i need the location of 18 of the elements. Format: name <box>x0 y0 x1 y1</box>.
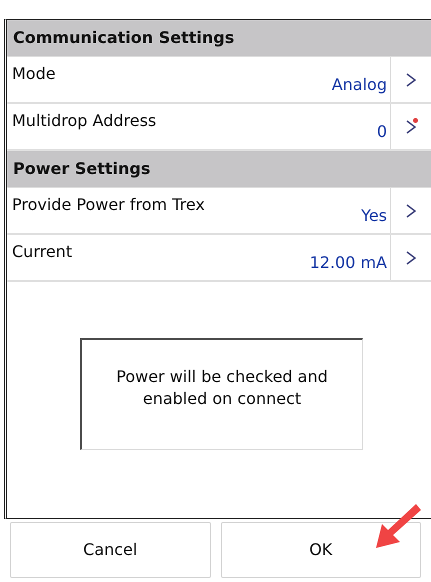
setting-label: Provide Power from Trex <box>12 194 205 216</box>
setting-value: 12.00 mA <box>310 252 387 274</box>
setting-value: Yes <box>361 205 387 227</box>
message-text: Power will be checked and enabled on connect <box>115 366 329 410</box>
chevron-icon <box>406 204 416 218</box>
setting-label: Mode <box>12 63 56 85</box>
section-header: Communication Settings <box>13 27 234 49</box>
setting-label: Current <box>12 241 72 263</box>
chevron-icon <box>406 120 416 134</box>
setting-value: 0 <box>376 121 387 143</box>
setting-value: Analog <box>332 74 387 96</box>
dialog-button[interactable]: Cancel <box>10 522 210 578</box>
chevron-icon <box>406 72 416 86</box>
setting-label: Multidrop Address <box>12 110 156 132</box>
chevron-icon <box>406 250 416 264</box>
modified-dot-icon <box>413 118 418 123</box>
section-header: Power Settings <box>13 158 150 180</box>
dialog-button[interactable]: OK <box>220 522 421 578</box>
